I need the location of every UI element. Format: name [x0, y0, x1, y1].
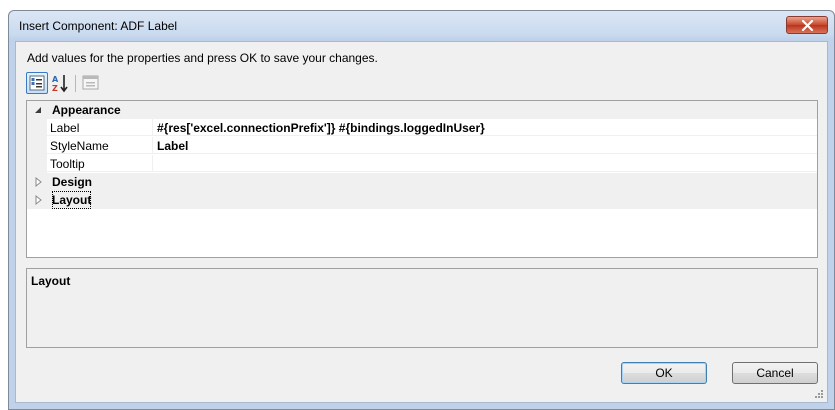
svg-text:Z: Z	[52, 84, 58, 93]
property-name: Tooltip	[47, 155, 153, 172]
property-pages-icon	[82, 75, 99, 90]
expand-triangle-icon[interactable]	[34, 173, 44, 191]
collapse-triangle-icon[interactable]	[34, 101, 44, 119]
property-name: Label	[47, 119, 153, 136]
dialog-client: Add values for the properties and press …	[15, 41, 828, 403]
cancel-button[interactable]: Cancel	[732, 362, 818, 384]
property-row-stylename[interactable]: StyleName Label	[27, 137, 817, 155]
category-design[interactable]: Design	[27, 173, 817, 191]
property-pages-button[interactable]	[80, 72, 102, 94]
close-button[interactable]	[786, 16, 828, 34]
description-panel: Layout	[26, 268, 818, 348]
instructions-text: Add values for the properties and press …	[27, 51, 378, 65]
property-value-input[interactable]	[153, 155, 817, 172]
close-icon	[801, 20, 814, 31]
title-bar[interactable]: Insert Component: ADF Label	[9, 11, 834, 41]
alphabetical-button[interactable]: A Z	[50, 72, 72, 94]
ok-button[interactable]: OK	[621, 362, 707, 384]
toolbar-separator	[75, 75, 76, 92]
category-label-layout: Layout	[52, 191, 92, 209]
property-row-tooltip[interactable]: Tooltip	[27, 155, 817, 173]
resize-grip-icon[interactable]	[814, 389, 824, 399]
window-title: Insert Component: ADF Label	[19, 19, 178, 33]
category-label-appearance: Appearance	[52, 103, 121, 117]
sort-alphabetical-icon: A Z	[52, 75, 68, 93]
property-row-label[interactable]: Label #{res['excel.connectionPrefix']} #…	[27, 119, 817, 137]
property-value-input[interactable]: Label	[153, 137, 817, 154]
category-label-design: Design	[52, 175, 93, 189]
expand-triangle-icon[interactable]	[34, 191, 44, 209]
property-value-input[interactable]: #{res['excel.connectionPrefix']} #{bindi…	[153, 119, 817, 136]
description-title: Layout	[31, 274, 71, 288]
categorized-view-icon	[29, 75, 45, 91]
property-name: StyleName	[47, 137, 153, 154]
categorized-button[interactable]	[26, 72, 48, 94]
category-appearance[interactable]: Appearance	[27, 101, 817, 119]
property-grid: Appearance Label #{res['excel.connection…	[26, 100, 818, 258]
category-layout[interactable]: Layout	[27, 191, 817, 209]
svg-text:A: A	[52, 75, 59, 84]
dialog-window: Insert Component: ADF Label Add values f…	[8, 10, 835, 410]
